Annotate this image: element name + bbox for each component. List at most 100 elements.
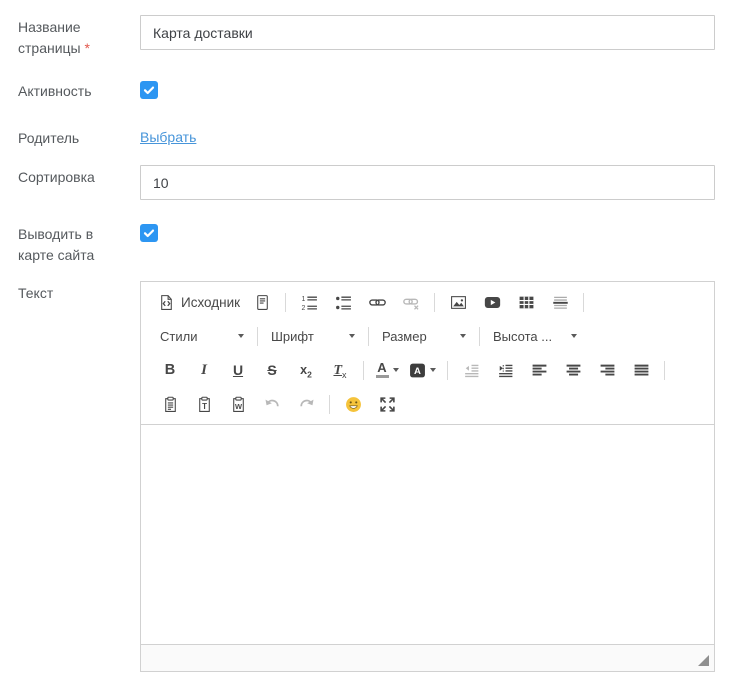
bg-color-button[interactable]: A — [406, 357, 439, 383]
svg-text:2: 2 — [301, 304, 305, 310]
form-row-parent: Родитель Выбрать — [18, 126, 740, 149]
justify-button[interactable] — [626, 357, 656, 383]
bulleted-list-button[interactable] — [328, 289, 358, 315]
line-height-combo[interactable]: Высота ... — [488, 323, 582, 349]
form-row-activity: Активность — [18, 79, 740, 102]
page-title-input[interactable] — [140, 15, 715, 50]
numbered-list-icon: 12 — [301, 294, 318, 311]
combo-label: Высота ... — [493, 329, 552, 344]
toolbar-separator — [285, 293, 286, 312]
paste-button[interactable] — [155, 391, 185, 417]
source-button[interactable]: Исходник — [155, 289, 243, 315]
resize-grip-icon[interactable] — [698, 655, 709, 666]
parent-label: Родитель — [18, 126, 110, 149]
editor-content[interactable] — [141, 425, 714, 644]
align-right-icon — [599, 362, 616, 379]
redo-button — [291, 391, 321, 417]
align-center-icon — [565, 362, 582, 379]
form-row-sitemap: Выводить в карте сайта — [18, 222, 740, 266]
activity-field-col — [140, 79, 715, 99]
maximize-button[interactable] — [372, 391, 402, 417]
unlink-button — [396, 289, 426, 315]
underline-icon: U — [233, 362, 243, 379]
chevron-down-icon — [393, 368, 399, 372]
choose-parent-link[interactable]: Выбрать — [140, 126, 196, 147]
activity-checkbox[interactable] — [140, 81, 158, 99]
paste-plain-text-button[interactable]: T — [189, 391, 219, 417]
form-row-page-title: Название страницы * — [18, 15, 740, 59]
editor-status-bar — [141, 644, 714, 671]
svg-text:1: 1 — [301, 295, 305, 302]
link-button[interactable] — [362, 289, 392, 315]
styles-combo[interactable]: Стили — [155, 323, 249, 349]
bold-button[interactable]: B — [155, 357, 185, 383]
subscript-button[interactable]: x2 — [291, 357, 321, 383]
video-button[interactable] — [477, 289, 507, 315]
chevron-down-icon — [430, 368, 436, 372]
chevron-down-icon — [460, 334, 466, 338]
toolbar-separator — [583, 293, 584, 312]
svg-text:T: T — [202, 401, 207, 410]
sitemap-field-col — [140, 222, 715, 242]
paste-from-word-button[interactable]: W — [223, 391, 253, 417]
toolbar-separator — [479, 327, 480, 346]
numbered-list-button[interactable]: 12 — [294, 289, 324, 315]
align-right-button[interactable] — [592, 357, 622, 383]
link-icon — [369, 294, 386, 311]
text-color-button[interactable]: A — [372, 357, 402, 383]
checkmark-icon — [143, 84, 155, 96]
underline-button[interactable]: U — [223, 357, 253, 383]
align-center-button[interactable] — [558, 357, 588, 383]
table-icon — [518, 294, 535, 311]
svg-text:W: W — [234, 401, 241, 410]
parent-field-col: Выбрать — [140, 126, 715, 147]
indent-icon — [497, 362, 514, 379]
toolbar-separator — [368, 327, 369, 346]
image-button[interactable] — [443, 289, 473, 315]
button-label: Исходник — [181, 295, 240, 310]
chevron-down-icon — [238, 334, 244, 338]
smiley-icon — [345, 396, 362, 413]
page-title-field-col — [140, 15, 715, 50]
maximize-icon — [379, 396, 396, 413]
sort-input[interactable] — [140, 165, 715, 200]
horizontal-line-button[interactable] — [545, 289, 575, 315]
text-field-col: Исходник12СтилиШрифтРазмерВысота ...BIUS… — [140, 281, 715, 672]
italic-button[interactable]: I — [189, 357, 219, 383]
table-button[interactable] — [511, 289, 541, 315]
rich-text-editor: Исходник12СтилиШрифтРазмерВысота ...BIUS… — [140, 281, 715, 672]
align-left-icon — [531, 362, 548, 379]
document-icon — [254, 294, 271, 311]
align-left-button[interactable] — [524, 357, 554, 383]
page-title-label: Название страницы * — [18, 15, 110, 59]
chevron-down-icon — [571, 334, 577, 338]
toolbar-separator — [434, 293, 435, 312]
subscript-icon: x2 — [300, 364, 312, 377]
page-form: Название страницы * Активность Родитель … — [0, 0, 740, 672]
toolbar-row: TW — [145, 387, 710, 421]
activity-label: Активность — [18, 79, 110, 102]
svg-text:A: A — [414, 366, 421, 377]
indent-button[interactable] — [490, 357, 520, 383]
redo-icon — [298, 396, 315, 413]
form-row-sort: Сортировка — [18, 165, 740, 200]
text-label: Текст — [18, 281, 110, 304]
smiley-button[interactable] — [338, 391, 368, 417]
paste-icon — [162, 396, 179, 413]
combo-label: Размер — [382, 329, 427, 344]
paste-word-icon: W — [230, 396, 247, 413]
remove-format-button[interactable]: Tx — [325, 357, 355, 383]
bulleted-list-icon — [335, 294, 352, 311]
checkmark-icon — [143, 227, 155, 239]
sitemap-checkbox[interactable] — [140, 224, 158, 242]
size-combo[interactable]: Размер — [377, 323, 471, 349]
editor-toolbar: Исходник12СтилиШрифтРазмерВысота ...BIUS… — [141, 282, 714, 425]
source-icon — [158, 294, 175, 311]
image-icon — [450, 294, 467, 311]
strikethrough-button[interactable]: S — [257, 357, 287, 383]
sort-label: Сортировка — [18, 165, 110, 188]
font-combo[interactable]: Шрифт — [266, 323, 360, 349]
toolbar-separator — [257, 327, 258, 346]
templates-button[interactable] — [247, 289, 277, 315]
required-asterisk: * — [85, 40, 90, 56]
